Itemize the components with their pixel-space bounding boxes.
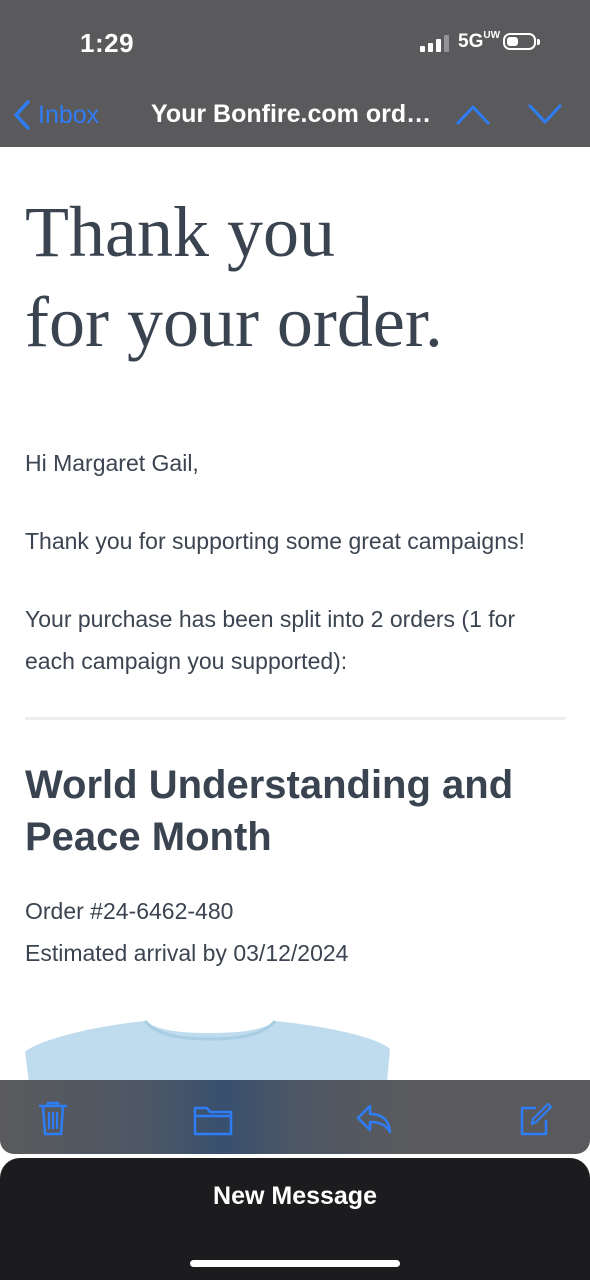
- compose-icon[interactable]: [518, 1100, 552, 1136]
- headline-line-2: for your order.: [25, 282, 443, 362]
- network-indicator: 5GUW: [458, 29, 501, 53]
- estimated-arrival: Estimated arrival by 03/12/2024: [25, 940, 349, 966]
- chevron-left-icon: [14, 100, 30, 130]
- greeting-text: Hi Margaret Gail,: [25, 450, 199, 476]
- headline-line-1: Thank you: [25, 192, 335, 272]
- new-message-bar[interactable]: New Message: [0, 1158, 590, 1280]
- order-number: Order #24-6462-480: [25, 898, 234, 924]
- mail-toolbar: [0, 1080, 590, 1154]
- signal-icon: [420, 34, 449, 52]
- previous-message-icon[interactable]: [455, 102, 491, 126]
- thanks-text: Thank you for supporting some great camp…: [25, 528, 525, 554]
- email-subject-title: Your Bonfire.com order...: [151, 100, 441, 128]
- campaign-title: World Understanding and Peace Month: [25, 763, 514, 859]
- folder-icon[interactable]: [193, 1104, 233, 1136]
- back-to-inbox-button[interactable]: Inbox: [12, 98, 99, 132]
- battery-icon: [503, 33, 540, 50]
- next-message-icon[interactable]: [527, 102, 563, 126]
- mail-nav-bar: Inbox Your Bonfire.com order...: [0, 88, 590, 147]
- email-headline: Thank you for your order.: [25, 187, 570, 367]
- trash-icon[interactable]: [38, 1100, 68, 1136]
- back-label: Inbox: [38, 100, 100, 129]
- tshirt-product-image: [25, 1019, 390, 1082]
- network-suffix: UW: [483, 29, 501, 41]
- new-message-label: New Message: [213, 1182, 377, 1210]
- split-info-text: Your purchase has been split into 2 orde…: [25, 606, 516, 674]
- home-indicator: [190, 1260, 400, 1267]
- status-bar: 1:29 5GUW: [0, 0, 590, 88]
- network-label: 5G: [458, 31, 484, 52]
- divider: [25, 717, 566, 720]
- reply-icon[interactable]: [355, 1102, 393, 1136]
- status-time: 1:29: [80, 28, 135, 58]
